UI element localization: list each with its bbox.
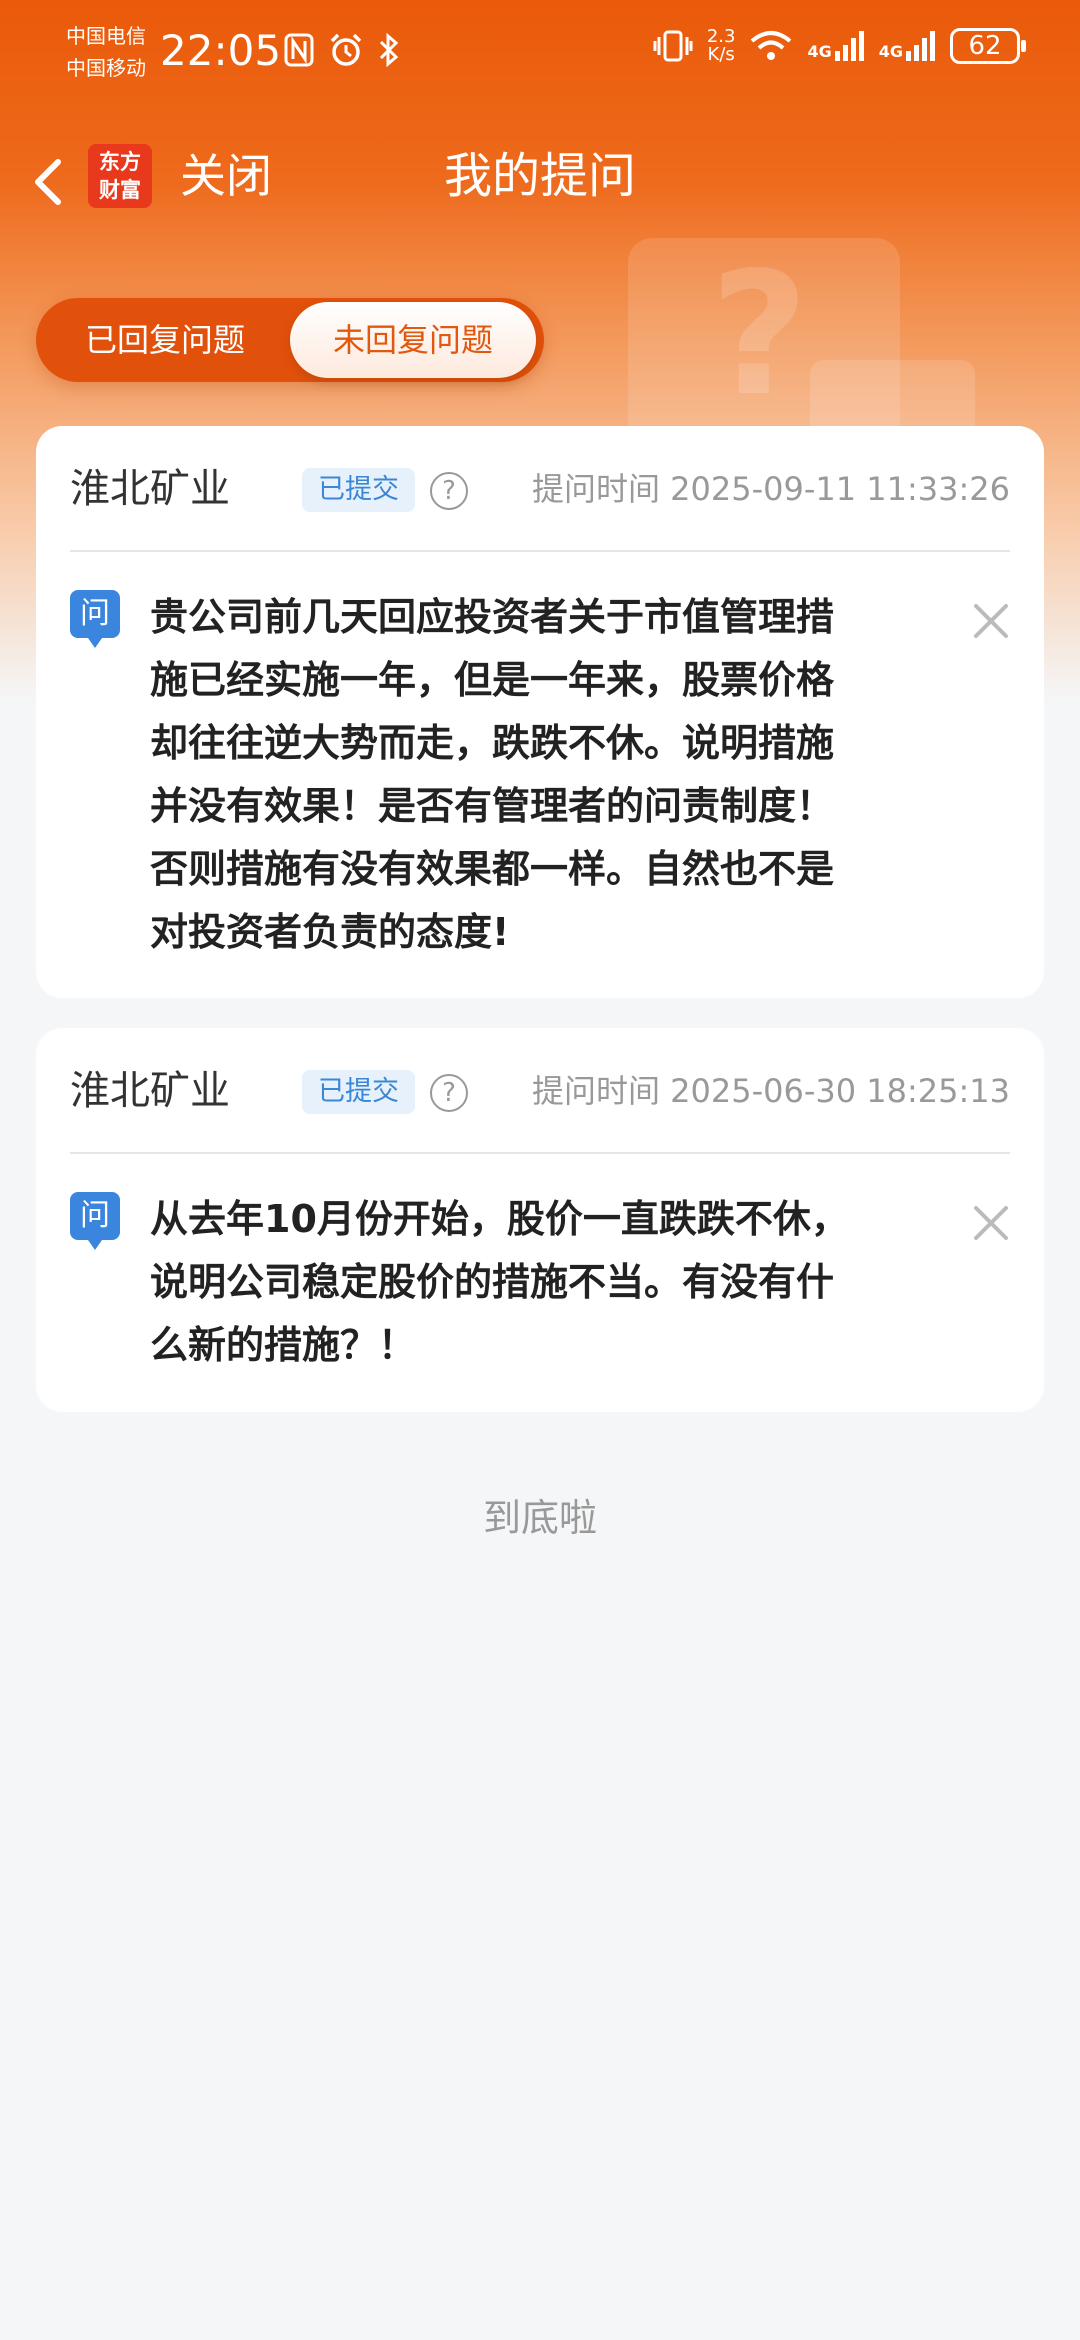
company-name[interactable]: 淮北矿业 <box>70 462 230 516</box>
question-line: 施已经实施一年，但是一年来，股票价格 <box>150 658 835 702</box>
vibrate-icon <box>653 30 693 62</box>
signal-2-label: 4G <box>878 42 903 61</box>
status-time: 22:05 <box>160 26 282 75</box>
net-speed-unit: K/s <box>707 44 735 65</box>
card-header: 淮北矿业 已提交 ? 提问时间 2025-06-30 18:25:13 <box>70 1064 1010 1118</box>
status-left-icons <box>284 32 400 68</box>
close-icon <box>974 604 1008 638</box>
carrier-1: 中国电信 <box>66 24 146 48</box>
card-header: 淮北矿业 已提交 ? 提问时间 2025-09-11 11:33:26 <box>70 462 1010 516</box>
nfc-icon <box>284 33 314 67</box>
signal-bars-1-icon <box>834 31 864 61</box>
logo-line-1: 东方 <box>99 150 141 174</box>
question-time: 提问时间 2025-09-11 11:33:26 <box>531 470 1010 508</box>
network-speed: 2.3 K/s <box>707 28 736 64</box>
question-text: 贵公司前几天回应投资者关于市值管理措 施已经实施一年，但是一年来，股票价格 却往… <box>150 586 950 964</box>
question-line: 对投资者负责的态度! <box>150 910 510 954</box>
question-line: 贵公司前几天回应投资者关于市值管理措 <box>150 595 835 639</box>
question-line: 并没有效果！是否有管理者的问责制度！ <box>150 784 835 828</box>
question-line: 从去年10月份开始，股价一直跌跌不休， <box>150 1197 849 1241</box>
question-tabs: 已回复问题 未回复问题 <box>36 298 544 382</box>
tab-unreplied[interactable]: 未回复问题 <box>290 302 536 378</box>
wifi-icon <box>751 31 792 60</box>
question-card: 淮北矿业 已提交 ? 提问时间 2025-06-30 18:25:13 问 从去… <box>36 1028 1044 1412</box>
page-title: 我的提问 <box>443 148 636 204</box>
question-icon: 问 <box>70 1192 120 1250</box>
question-card: 淮北矿业 已提交 ? 提问时间 2025-09-11 11:33:26 问 贵公… <box>36 426 1044 998</box>
status-badge: 已提交 <box>302 468 415 512</box>
close-button[interactable]: 关闭 <box>180 144 272 208</box>
question-text: 从去年10月份开始，股价一直跌跌不休， 说明公司稳定股价的措施不当。有没有什 么… <box>150 1188 950 1377</box>
question-line: 却往往逆大势而走，跌跌不休。说明措施 <box>150 721 835 765</box>
status-bar: 中国电信 中国移动 22:05 2.3 K/s 4G 4G 62 <box>0 0 1080 110</box>
signal-1: 4G <box>807 31 864 61</box>
alarm-icon <box>330 33 362 66</box>
carrier-info: 中国电信 中国移动 <box>66 20 146 84</box>
signal-bars-2-icon <box>906 31 935 61</box>
delete-question-button[interactable] <box>966 596 1016 646</box>
question-icon: 问 <box>70 590 120 648</box>
close-icon <box>974 1206 1008 1240</box>
nav-bar: 东方 财富 关闭 我的提问 <box>0 130 1080 230</box>
question-line: 否则措施有没有效果都一样。自然也不是 <box>150 847 835 891</box>
question-line: 么新的措施？！ <box>150 1323 417 1367</box>
question-line: 说明公司稳定股价的措施不当。有没有什 <box>150 1260 835 1304</box>
delete-question-button[interactable] <box>966 1198 1016 1248</box>
question-time: 提问时间 2025-06-30 18:25:13 <box>531 1072 1010 1110</box>
help-icon[interactable]: ? <box>430 1074 468 1112</box>
back-button[interactable] <box>20 140 80 220</box>
chevron-left-icon <box>35 159 61 205</box>
help-icon[interactable]: ? <box>430 472 468 510</box>
end-of-list-text: 到底啦 <box>482 1496 597 1540</box>
logo-line-2: 财富 <box>99 178 141 202</box>
card-divider <box>70 550 1010 552</box>
battery-indicator: 62 <box>950 28 1026 64</box>
signal-1-label: 4G <box>807 42 832 61</box>
app-logo: 东方 财富 <box>88 144 152 208</box>
question-mark-illustration-icon: ? <box>710 236 809 434</box>
company-name[interactable]: 淮北矿业 <box>70 1064 230 1118</box>
status-badge: 已提交 <box>302 1070 415 1114</box>
signal-2: 4G <box>879 31 936 61</box>
tab-replied[interactable]: 已回复问题 <box>40 302 290 378</box>
card-divider <box>70 1152 1010 1154</box>
bluetooth-icon <box>379 32 399 68</box>
carrier-2: 中国移动 <box>66 56 146 80</box>
status-right-icons: 2.3 K/s 4G 4G 62 <box>653 28 1026 64</box>
